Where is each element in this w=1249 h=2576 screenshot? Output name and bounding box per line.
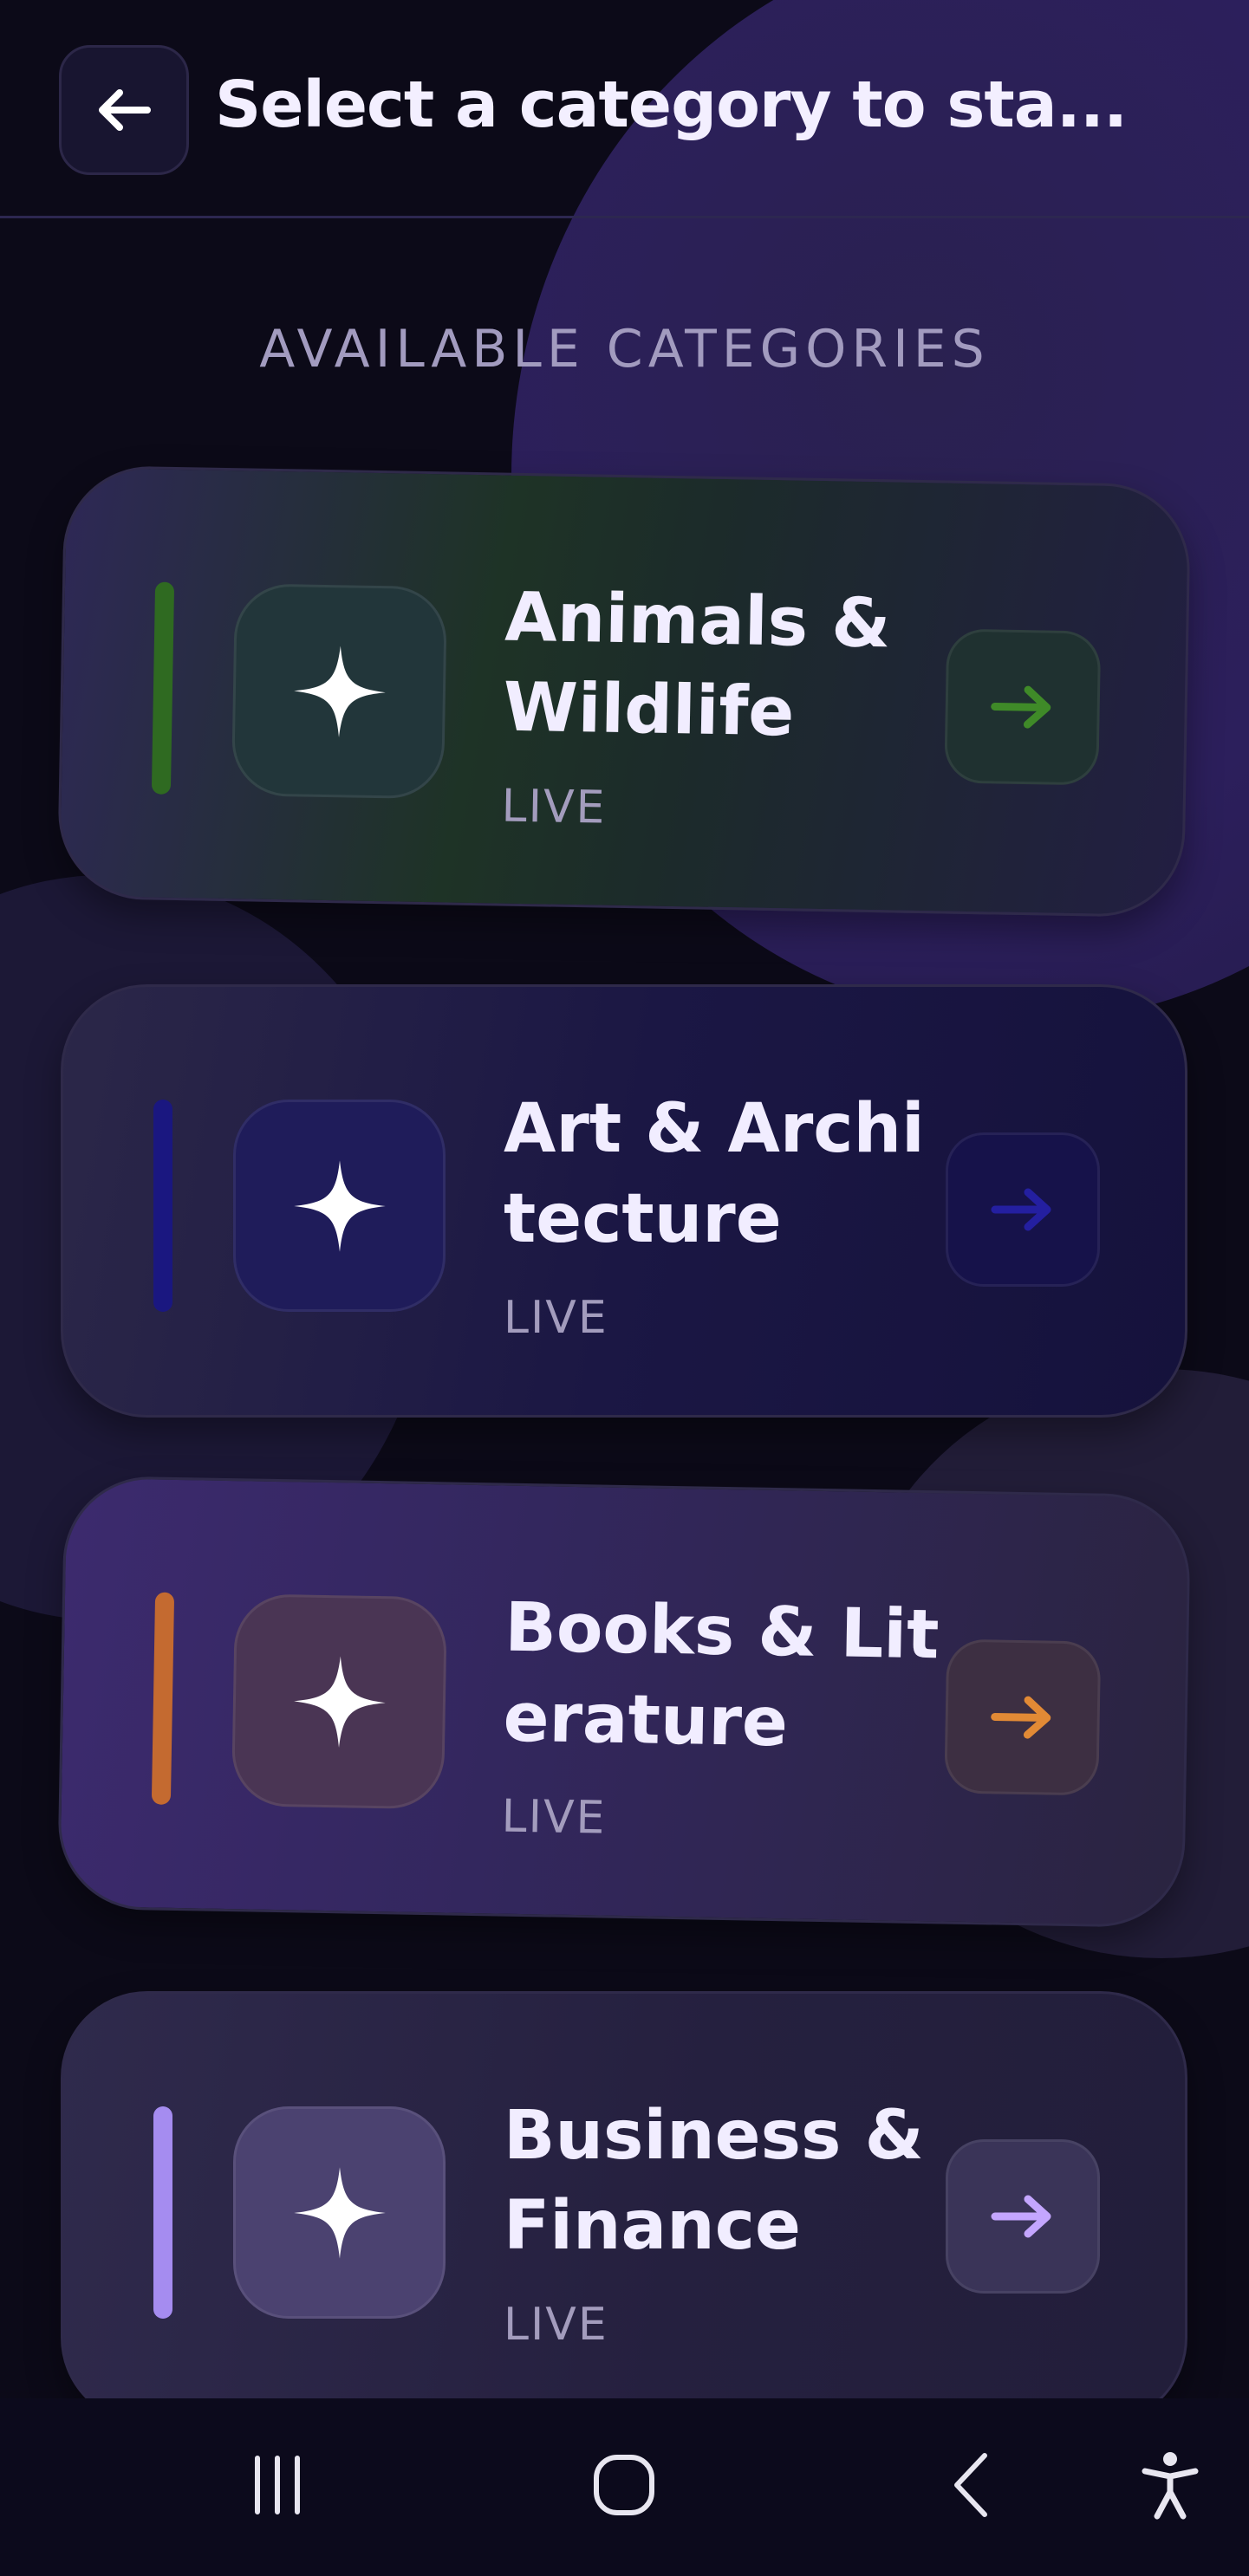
category-name: Art & Archi tecture: [504, 1090, 925, 1258]
top-app-bar: Select a category to sta...: [0, 0, 1249, 218]
sparkle-icon: [293, 2166, 386, 2259]
category-status: LIVE: [504, 1292, 608, 1344]
system-navigation-bar: [0, 2398, 1249, 2576]
category-icon-tile: [233, 2106, 446, 2319]
category-status: LIVE: [501, 1790, 607, 1845]
accent-bar: [153, 2106, 172, 2319]
section-heading: AVAILABLE CATEGORIES: [259, 319, 990, 380]
arrow-right-icon: [991, 685, 1051, 729]
sparkle-icon: [293, 1655, 386, 1748]
category-name: Books & Literature: [502, 1588, 940, 1762]
category-card-animals-wildlife[interactable]: Animals & Wildlife LIVE: [56, 464, 1192, 918]
arrow-right-icon: [991, 1696, 1051, 1739]
recents-button[interactable]: [225, 2433, 329, 2537]
category-card-art-architecture[interactable]: Art & Archi tecture LIVE: [61, 984, 1187, 1418]
home-button[interactable]: [572, 2433, 676, 2537]
category-card-books-literature[interactable]: Books & Literature LIVE: [56, 1475, 1192, 1929]
sparkle-icon: [293, 1159, 386, 1252]
category-status: LIVE: [504, 2299, 608, 2351]
category-icon-tile: [231, 1593, 448, 1810]
arrow-right-icon: [991, 2195, 1051, 2238]
recents-icon: [255, 2456, 300, 2514]
sparkle-icon: [293, 645, 386, 737]
category-card-business-finance[interactable]: Business & Finance LIVE: [61, 1991, 1187, 2424]
accessibility-icon: [1142, 2452, 1199, 2520]
category-name: Business & Finance: [504, 2097, 924, 2265]
back-button[interactable]: [59, 45, 189, 175]
page-title: Select a category to sta...: [215, 68, 1128, 142]
accent-bar: [153, 1100, 172, 1312]
arrow-left-icon: [99, 89, 151, 131]
category-name: Animals & Wildlife: [502, 578, 892, 752]
open-category-button[interactable]: [944, 628, 1102, 786]
home-icon: [594, 2455, 654, 2515]
category-icon-tile: [231, 583, 448, 800]
open-category-button[interactable]: [944, 1638, 1102, 1796]
accessibility-button[interactable]: [1118, 2433, 1222, 2537]
accent-bar: [151, 1592, 175, 1805]
back-chevron-icon: [954, 2453, 987, 2517]
category-icon-tile: [233, 1100, 446, 1312]
arrow-right-icon: [991, 1188, 1051, 1231]
open-category-button[interactable]: [946, 1132, 1100, 1287]
accent-bar: [151, 581, 175, 795]
open-category-button[interactable]: [946, 2139, 1100, 2294]
category-status: LIVE: [501, 780, 607, 834]
system-back-button[interactable]: [919, 2433, 1023, 2537]
